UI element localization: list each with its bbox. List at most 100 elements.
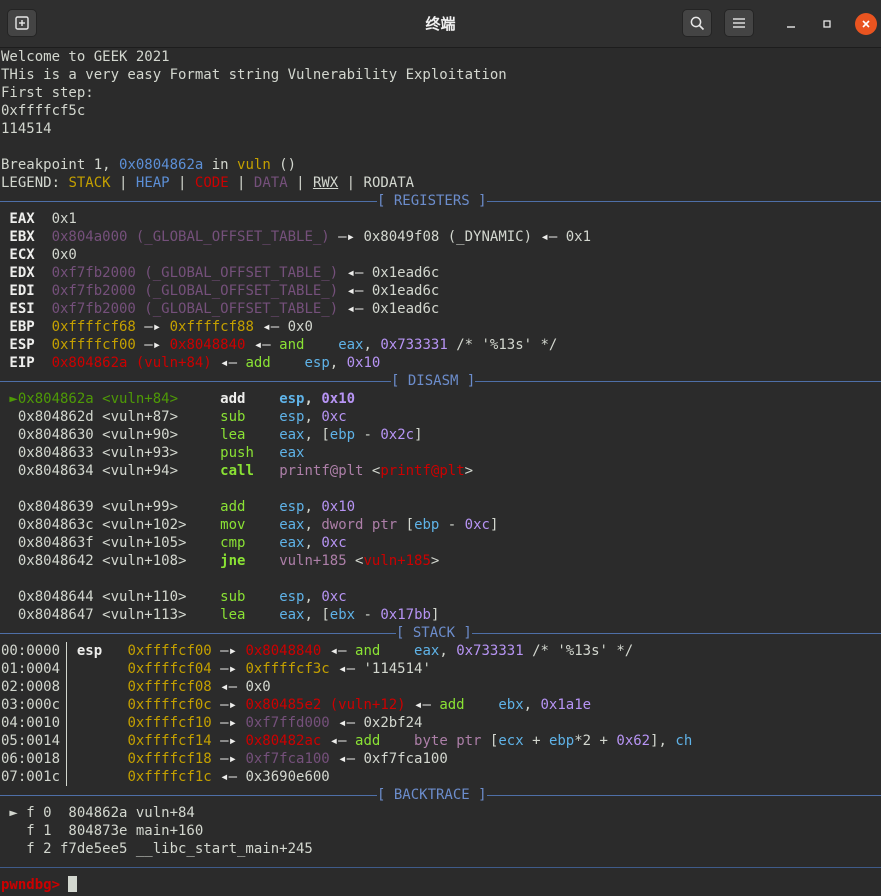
stack-value: —▸ xyxy=(211,643,246,659)
disasm-address: 0x8048634 xyxy=(17,463,103,479)
disasm-operand: ebp xyxy=(414,517,440,533)
stack-register xyxy=(68,715,119,731)
close-button[interactable] xyxy=(855,13,877,35)
register-value: and xyxy=(279,337,305,353)
stack-divider xyxy=(66,696,67,714)
stack-value: and xyxy=(355,643,381,659)
disasm-operand: - xyxy=(355,427,381,443)
breakpoint-line: Breakpoint 1, 0x0804862a in vuln () xyxy=(0,156,881,174)
stack-value: ◂— xyxy=(321,643,356,659)
disasm-row: ►0x804862a <vuln+84> add esp, 0x10 xyxy=(0,390,881,408)
register-value: 0x1ead6c xyxy=(371,283,440,299)
prompt-line[interactable]: pwndbg> xyxy=(0,876,881,894)
backtrace-separator: [ BACKTRACE ] xyxy=(0,786,881,804)
stack-row: 07:001c 0xffffcf1c ◂— 0x3690e600 xyxy=(0,768,881,786)
disasm-operand: esp xyxy=(279,499,305,515)
stack-value: + xyxy=(523,733,549,749)
breakpoint-address: 0x0804862a xyxy=(119,157,204,173)
stack-address: 0xffffcf04 xyxy=(119,661,212,677)
stack-value: ◂— xyxy=(405,697,440,713)
disasm-operand: eax xyxy=(279,607,305,623)
disasm-row: 0x8048642 <vuln+108> jne vuln+185 <vuln+… xyxy=(0,552,881,570)
disasm-operand: ebx xyxy=(329,607,356,623)
menu-button[interactable] xyxy=(724,9,754,37)
legend-sep: | xyxy=(169,175,195,191)
backtrace-row: ► f 0 804862a vuln+84 xyxy=(0,804,881,822)
disasm-address: 0x804863c xyxy=(17,517,103,533)
stack-row: 00:0000 esp 0xffffcf00 —▸ 0x8048840 ◂— a… xyxy=(0,642,881,660)
disasm-operand: > xyxy=(430,553,440,569)
register-value: 0x1 xyxy=(51,211,77,227)
search-icon xyxy=(690,16,704,30)
stack-divider xyxy=(66,642,67,660)
stack-separator: [ STACK ] xyxy=(0,624,881,642)
stack-value: —▸ xyxy=(211,751,246,767)
stack-offset: 00:0000 xyxy=(1,643,69,659)
register-value: 0xffffcf00 xyxy=(51,337,136,353)
disasm-operand: ebp xyxy=(329,427,356,443)
disasm-mnemonic: add xyxy=(220,391,280,407)
disasm-mnemonic: sub xyxy=(220,409,280,425)
stack-value: —▸ xyxy=(211,733,246,749)
legend-rwx: RWX xyxy=(312,175,339,191)
text-cursor xyxy=(68,876,78,892)
disasm-marker xyxy=(1,517,18,533)
register-name: ECX xyxy=(1,247,52,263)
register-value: 0x8049f08 (_DYNAMIC) xyxy=(363,229,533,245)
stack-value xyxy=(380,643,414,659)
disasm-symbol: <vuln+94> xyxy=(102,463,221,479)
bottom-separator xyxy=(0,858,881,876)
search-button[interactable] xyxy=(682,9,712,37)
stack-value: ebx xyxy=(498,697,524,713)
disasm-address: 0x8048642 xyxy=(17,553,103,569)
stack-register xyxy=(68,769,119,785)
new-tab-button[interactable] xyxy=(7,9,37,37)
disasm-operand: , xyxy=(304,391,322,407)
stack-divider xyxy=(66,714,67,732)
register-value xyxy=(304,337,338,353)
register-row: EDI 0xf7fb2000 (_GLOBAL_OFFSET_TABLE_) ◂… xyxy=(0,282,881,300)
legend-stack: STACK xyxy=(68,175,111,191)
register-row: ESP 0xffffcf00 —▸ 0x8048840 ◂— and eax, … xyxy=(0,336,881,354)
stack-value: ◂— xyxy=(329,661,364,677)
register-value: —▸ xyxy=(135,337,170,353)
stack-value: ◂— xyxy=(329,715,364,731)
register-value: 0xf7fb2000 (_GLOBAL_OFFSET_TABLE_) xyxy=(51,283,339,299)
register-value: 0x804a000 (_GLOBAL_OFFSET_TABLE_) xyxy=(51,229,330,245)
disasm-row: 0x8048644 <vuln+110> sub esp, 0xc xyxy=(0,588,881,606)
stack-value: 0x0 xyxy=(245,679,271,695)
stack-value xyxy=(380,733,414,749)
breakpoint-prefix: Breakpoint 1, xyxy=(1,157,120,173)
stack-value: , xyxy=(523,697,541,713)
output-line: 0xffffcf5c xyxy=(1,103,86,119)
disasm-symbol: <vuln+108> xyxy=(102,553,221,569)
maximize-button[interactable] xyxy=(816,13,838,35)
stack-value: ◂— xyxy=(329,751,364,767)
disasm-header: [ DISASM ] xyxy=(391,372,476,390)
disasm-row: 0x8048630 <vuln+90> lea eax, [ebp - 0x2c… xyxy=(0,426,881,444)
stack-value: ◂— xyxy=(211,679,246,695)
stack-row: 02:0008 0xffffcf08 ◂— 0x0 xyxy=(0,678,881,696)
register-value: 0x8048840 xyxy=(169,337,246,353)
terminal-output[interactable]: Welcome to GEEK 2021 THis is a very easy… xyxy=(0,48,881,896)
disasm-operand: vuln+185 xyxy=(363,553,431,569)
stack-value: *2 + xyxy=(574,733,617,749)
maximize-icon xyxy=(823,20,831,28)
disasm-symbol: <vuln+99> xyxy=(102,499,221,515)
stack-address: 0xffffcf18 xyxy=(119,751,212,767)
stack-value: 0xffffcf3c xyxy=(245,661,330,677)
disasm-marker xyxy=(1,589,18,605)
register-value xyxy=(271,355,305,371)
disasm-operand: , xyxy=(304,409,322,425)
stack-address: 0xffffcf10 xyxy=(119,715,212,731)
disasm-row: 0x804862d <vuln+87> sub esp, 0xc xyxy=(0,408,881,426)
register-value: esp xyxy=(304,355,330,371)
legend-rodata: RODATA xyxy=(363,175,415,191)
minimize-button[interactable] xyxy=(780,13,802,35)
stack-value: ebp xyxy=(548,733,575,749)
disasm-operand: ] xyxy=(430,607,440,623)
disasm-marker: ► xyxy=(1,391,18,407)
stack-offset: 04:0010 xyxy=(1,715,69,731)
